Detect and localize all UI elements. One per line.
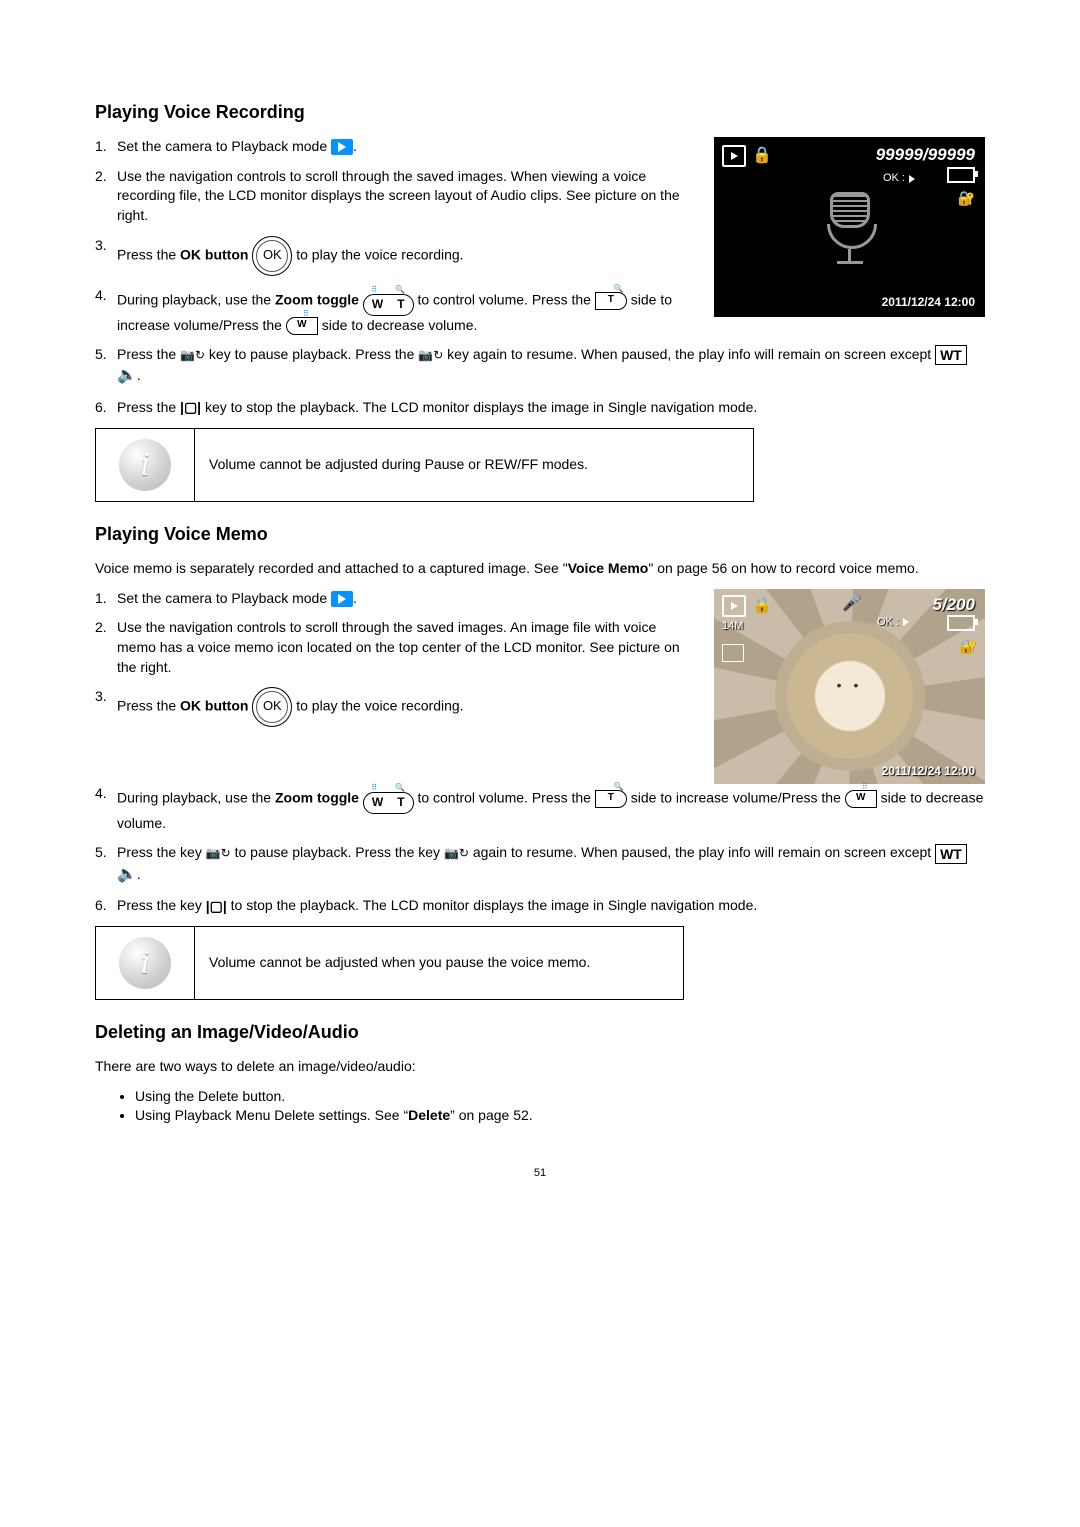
step-text: again to resume. When paused, the play i… xyxy=(469,844,935,860)
shutter-icon: 📷↻ xyxy=(444,845,469,862)
step-text: Set the camera to Playback mode xyxy=(117,590,331,606)
step-text: side to decrease volume. xyxy=(322,317,478,333)
info-icon: i xyxy=(119,439,171,491)
stop-icon: |▢| xyxy=(180,398,201,418)
shutter-icon: 📷↻ xyxy=(418,347,443,364)
speaker-icon: 🔈 xyxy=(117,367,137,384)
step-4: 4. During playback, use the Zoom toggle … xyxy=(117,784,985,834)
step-text: to play the voice recording. xyxy=(296,698,463,714)
voice-memo-ref: Voice Memo xyxy=(568,560,649,576)
step-5: 5. Press the key 📷↻ to pause playback. P… xyxy=(117,843,985,886)
step-5: 5. Press the 📷↻ key to pause playback. P… xyxy=(117,345,985,388)
step-text: to control volume. Press the xyxy=(417,291,594,307)
step-text: Use the navigation controls to scroll th… xyxy=(117,619,680,674)
heading-deleting: Deleting an Image/Video/Audio xyxy=(95,1020,985,1045)
lcd-timestamp: 2011/12/24 12:00 xyxy=(882,763,975,780)
note-text: Volume cannot be adjusted when you pause… xyxy=(195,927,684,1000)
step-text: Press the xyxy=(117,246,180,262)
wt-box-icon: WT xyxy=(935,844,967,864)
t-side-icon: T xyxy=(595,790,627,808)
zoom-toggle-label: Zoom toggle xyxy=(275,789,359,805)
step-text: Press the xyxy=(117,346,180,362)
step-text: to control volume. Press the xyxy=(417,789,594,805)
wt-toggle-icon: ⠿🔍 WT xyxy=(363,286,414,316)
intro-text: There are two ways to delete an image/vi… xyxy=(95,1057,985,1077)
stop-icon: |▢| xyxy=(206,897,227,917)
step-6: 6. Press the key |▢| to stop the playbac… xyxy=(117,896,985,916)
step-text: . xyxy=(137,866,141,882)
step-text: Press the xyxy=(117,698,180,714)
note-text: Volume cannot be adjusted during Pause o… xyxy=(195,428,754,501)
step-text: Press the key xyxy=(117,897,206,913)
ok-button-label: OK button xyxy=(180,698,248,714)
step-2: 2. Use the navigation controls to scroll… xyxy=(117,167,985,226)
shutter-icon: 📷↻ xyxy=(180,347,205,364)
step-6: 6. Press the |▢| key to stop the playbac… xyxy=(117,398,985,418)
step-text: During playback, use the xyxy=(117,291,275,307)
shutter-icon: 📷↻ xyxy=(206,845,231,862)
t-side-icon: T xyxy=(595,292,627,310)
step-text: . xyxy=(353,590,357,606)
page-number: 51 xyxy=(95,1166,985,1181)
wt-box-icon: WT xyxy=(935,345,967,365)
ok-badge-icon: OK xyxy=(252,236,292,276)
ok-button-label: OK button xyxy=(180,246,248,262)
step-3: 3. Press the OK button OK to play the vo… xyxy=(117,236,985,276)
step-2: 2. Use the navigation controls to scroll… xyxy=(117,618,985,677)
step-text: key to stop the playback. The LCD monito… xyxy=(201,399,757,415)
step-text: key again to resume. When paused, the pl… xyxy=(443,346,935,362)
zoom-toggle-label: Zoom toggle xyxy=(275,291,359,307)
step-text: Press the xyxy=(117,399,180,415)
w-side-icon: W xyxy=(845,790,877,808)
bullet-item: Using the Delete button. xyxy=(135,1087,985,1107)
step-text: . xyxy=(353,138,357,154)
speaker-icon: 🔈 xyxy=(117,866,137,883)
w-side-icon: W xyxy=(286,317,318,335)
note-box: i Volume cannot be adjusted during Pause… xyxy=(95,428,754,502)
playback-mode-icon xyxy=(331,591,353,607)
step-text: Set the camera to Playback mode xyxy=(117,138,331,154)
info-icon: i xyxy=(119,937,171,989)
note-box: i Volume cannot be adjusted when you pau… xyxy=(95,926,684,1000)
step-text: to pause playback. Press the key xyxy=(231,844,444,860)
step-1: 1. Set the camera to Playback mode . xyxy=(117,589,985,609)
delete-ref: Delete xyxy=(408,1107,450,1123)
step-text: to play the voice recording. xyxy=(296,246,463,262)
step-text: side to increase volume/Press the xyxy=(631,789,845,805)
step-text: Press the key xyxy=(117,844,206,860)
step-text: key to pause playback. Press the xyxy=(205,346,418,362)
step-text: Use the navigation controls to scroll th… xyxy=(117,168,680,223)
intro-text: Voice memo is separately recorded and at… xyxy=(95,559,985,579)
step-3: 3. Press the OK button OK to play the vo… xyxy=(117,687,985,727)
heading-playing-voice-recording: Playing Voice Recording xyxy=(95,100,985,125)
step-text: to stop the playback. The LCD monitor di… xyxy=(227,897,757,913)
step-text: During playback, use the xyxy=(117,789,275,805)
bullet-item: Using Playback Menu Delete settings. See… xyxy=(135,1106,985,1126)
step-4: 4. During playback, use the Zoom toggle … xyxy=(117,286,985,336)
playback-mode-icon xyxy=(331,139,353,155)
step-1: 1. Set the camera to Playback mode . xyxy=(117,137,985,157)
wt-toggle-icon: ⠿🔍 WT xyxy=(363,784,414,814)
heading-playing-voice-memo: Playing Voice Memo xyxy=(95,522,985,547)
ok-badge-icon: OK xyxy=(252,687,292,727)
step-text: . xyxy=(137,367,141,383)
